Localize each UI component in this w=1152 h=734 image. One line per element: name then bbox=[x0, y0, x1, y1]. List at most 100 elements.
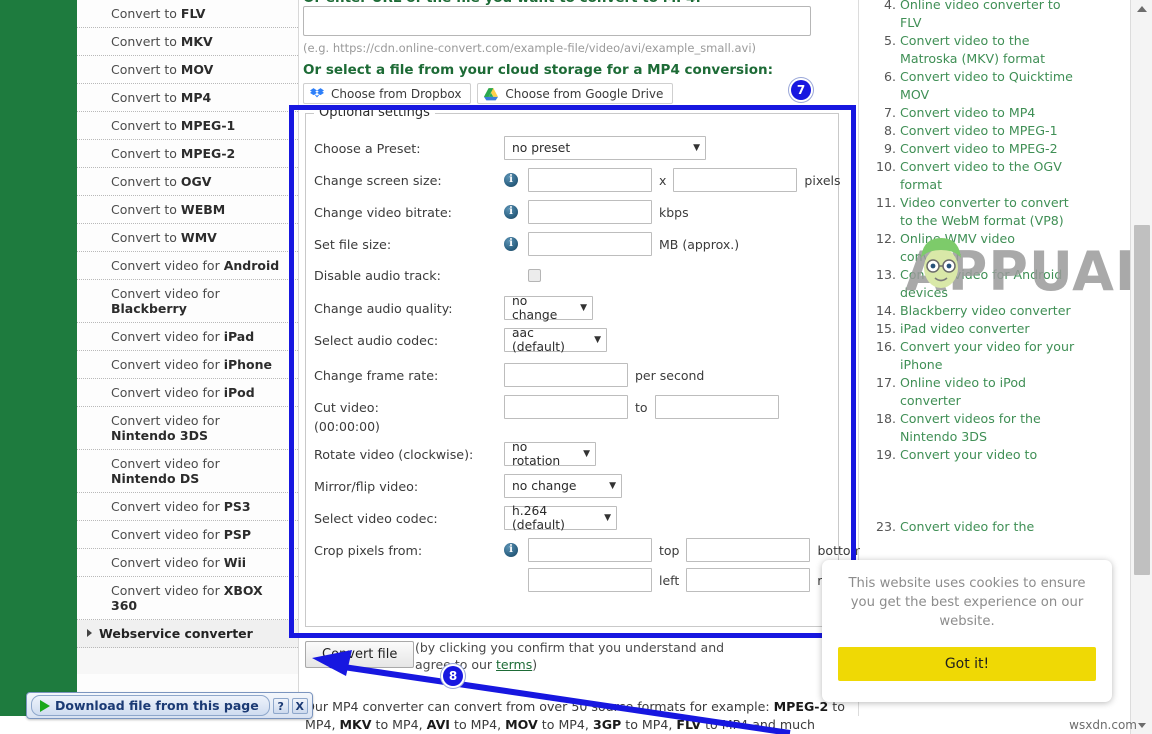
sidebar-item-mp4[interactable]: Convert to MP4 bbox=[77, 84, 298, 112]
sidebar-item-prefix: Convert to bbox=[111, 202, 181, 217]
related-link-item[interactable]: Convert video for Android devices bbox=[900, 266, 1077, 302]
desc-l2-c: to MP4, bbox=[371, 717, 427, 732]
sidebar-item-format: WEBM bbox=[180, 202, 226, 217]
sidebar-item-nintendo-3ds[interactable]: Convert video for Nintendo 3DS bbox=[77, 407, 298, 450]
chevron-right-icon bbox=[87, 629, 92, 637]
sidebar-item-ogv[interactable]: Convert to OGV bbox=[77, 168, 298, 196]
filesize-input[interactable] bbox=[528, 232, 652, 256]
bitrate-input[interactable] bbox=[528, 200, 652, 224]
sidebar-item-prefix: Convert to bbox=[111, 174, 181, 189]
sidebar-item-format: MKV bbox=[180, 34, 213, 49]
sidebar-item-nintendo-ds[interactable]: Convert video for Nintendo DS bbox=[77, 450, 298, 493]
frame-rate-input[interactable] bbox=[504, 363, 628, 387]
rotate-select[interactable]: no rotation ▼ bbox=[504, 440, 596, 468]
related-link-item[interactable]: Convert video to MPEG-1 bbox=[900, 122, 1077, 140]
sidebar-item-prefix: Convert video for bbox=[111, 499, 224, 514]
terms-link[interactable]: terms bbox=[496, 657, 532, 672]
download-help-button[interactable]: ? bbox=[272, 697, 289, 714]
scroll-up-arrow-icon[interactable] bbox=[1137, 6, 1147, 12]
cut-from-input[interactable] bbox=[504, 395, 628, 419]
sidebar-item-prefix: Convert video for bbox=[111, 413, 220, 428]
sidebar-item-webm[interactable]: Convert to WEBM bbox=[77, 196, 298, 224]
related-link-item[interactable]: Convert your video for your iPhone bbox=[900, 338, 1077, 374]
sidebar-item-wii[interactable]: Convert video for Wii bbox=[77, 549, 298, 577]
choose-from-google-drive-button[interactable]: Choose from Google Drive bbox=[477, 83, 674, 104]
row-crop-top-bottom: Crop pixels from: i top bottom bbox=[314, 538, 863, 562]
crop-top-input[interactable] bbox=[528, 538, 652, 562]
crop-left-input[interactable] bbox=[528, 568, 652, 592]
audio-codec-select[interactable]: aac (default) ▼ bbox=[504, 326, 607, 354]
desc-l2-f: MOV bbox=[505, 717, 538, 732]
sidebar-item-mpeg-2[interactable]: Convert to MPEG-2 bbox=[77, 140, 298, 168]
audio-quality-select[interactable]: no change ▼ bbox=[504, 294, 593, 322]
related-link-item[interactable]: Convert videos for the Nintendo 3DS bbox=[900, 410, 1077, 446]
sidebar-item-mkv[interactable]: Convert to MKV bbox=[77, 28, 298, 56]
source-corner-label: wsxdn.com bbox=[1069, 718, 1137, 732]
sidebar-item-ipad[interactable]: Convert video for iPad bbox=[77, 323, 298, 351]
sidebar-item-format: MP4 bbox=[180, 90, 212, 105]
convert-disclaimer-line2-post: ) bbox=[532, 657, 538, 672]
row-bitrate: Change video bitrate: i kbps bbox=[314, 200, 834, 224]
choose-from-dropbox-button[interactable]: Choose from Dropbox bbox=[303, 83, 472, 104]
related-link-item[interactable]: Online video converter to FLV bbox=[900, 0, 1077, 32]
crop-bottom-word: bottom bbox=[817, 542, 863, 558]
related-link-item[interactable]: iPad video converter bbox=[900, 320, 1077, 338]
video-codec-select[interactable]: h.264 (default) ▼ bbox=[504, 504, 617, 532]
cut-to-input[interactable] bbox=[654, 395, 779, 419]
related-link-item[interactable]: Blackberry video converter bbox=[900, 302, 1077, 320]
sidebar-item-prefix: Convert video for bbox=[111, 286, 220, 301]
sidebar-item-xbox-360[interactable]: Convert video for XBOX 360 bbox=[77, 577, 298, 620]
info-icon[interactable]: i bbox=[504, 205, 518, 219]
related-link-item[interactable]: Convert video to Quicktime MOV bbox=[900, 68, 1077, 104]
sidebar-item-ipod[interactable]: Convert video for iPod bbox=[77, 379, 298, 407]
sidebar-item-webservice-converter[interactable]: Webservice converter bbox=[77, 620, 298, 648]
download-close-button[interactable]: X bbox=[291, 697, 308, 714]
related-link-item[interactable]: Video converter to convert to the WebM f… bbox=[900, 194, 1077, 230]
convert-file-button[interactable]: Convert file bbox=[305, 641, 415, 668]
related-link-item[interactable]: Convert your video to bbox=[900, 446, 1077, 464]
info-icon[interactable]: i bbox=[504, 543, 518, 557]
sidebar-item-prefix: Convert video for bbox=[111, 329, 224, 344]
sidebar-item-prefix: Convert to bbox=[111, 118, 181, 133]
related-link-item[interactable]: Online WMV video converter bbox=[900, 230, 1077, 266]
dropbox-icon bbox=[310, 87, 324, 97]
screen-width-input[interactable] bbox=[528, 168, 652, 192]
cookie-accept-button[interactable]: Got it! bbox=[838, 647, 1096, 681]
related-link-item[interactable]: Online video to iPod converter bbox=[900, 374, 1077, 410]
related-link-item[interactable]: Convert video to the Matroska (MKV) form… bbox=[900, 32, 1077, 68]
desc-l2-a: MP4, bbox=[305, 717, 340, 732]
sidebar-item-mov[interactable]: Convert to MOV bbox=[77, 56, 298, 84]
related-link-item[interactable]: Convert video to the OGV format bbox=[900, 158, 1077, 194]
url-input[interactable] bbox=[303, 6, 811, 36]
info-icon[interactable]: i bbox=[504, 173, 518, 187]
cut-to-word: to bbox=[635, 399, 648, 415]
sidebar-item-ps3[interactable]: Convert video for PS3 bbox=[77, 493, 298, 521]
sidebar-item-wmv[interactable]: Convert to WMV bbox=[77, 224, 298, 252]
sidebar-item-format: Nintendo 3DS bbox=[111, 428, 208, 443]
crop-top-word: top bbox=[659, 542, 680, 558]
scrollbar-thumb[interactable] bbox=[1134, 225, 1150, 575]
desc-l2-k: to MP4 and much bbox=[701, 717, 816, 732]
page-scrollbar[interactable] bbox=[1130, 0, 1152, 734]
disable-audio-checkbox[interactable] bbox=[528, 269, 541, 282]
triangle-down-icon bbox=[1138, 723, 1146, 728]
convert-disclaimer-line1: (by clicking you confirm that you unders… bbox=[415, 640, 725, 655]
related-link-item[interactable]: Convert video for the bbox=[900, 518, 1077, 536]
related-link-item[interactable]: Convert video to MPEG-2 bbox=[900, 140, 1077, 158]
sidebar-item-psp[interactable]: Convert video for PSP bbox=[77, 521, 298, 549]
screen-height-input[interactable] bbox=[673, 168, 798, 192]
desc-l2-h: 3GP bbox=[592, 717, 622, 732]
sidebar-item-android[interactable]: Convert video for Android bbox=[77, 252, 298, 280]
crop-right-input[interactable] bbox=[686, 568, 811, 592]
related-link-item[interactable]: Convert video to MP4 bbox=[900, 104, 1077, 122]
download-file-button[interactable]: Download file from this page bbox=[31, 695, 270, 716]
mirror-select[interactable]: no change ▼ bbox=[504, 474, 622, 498]
sidebar-item-mpeg-1[interactable]: Convert to MPEG-1 bbox=[77, 112, 298, 140]
crop-bottom-input[interactable] bbox=[686, 538, 811, 562]
sidebar-item-iphone[interactable]: Convert video for iPhone bbox=[77, 351, 298, 379]
sidebar-item-blackberry[interactable]: Convert video for Blackberry bbox=[77, 280, 298, 323]
info-icon[interactable]: i bbox=[504, 237, 518, 251]
sidebar-item-flv[interactable]: Convert to FLV bbox=[77, 0, 298, 28]
dropbox-button-label: Choose from Dropbox bbox=[331, 86, 462, 101]
preset-select[interactable]: no preset ▼ bbox=[504, 136, 706, 160]
